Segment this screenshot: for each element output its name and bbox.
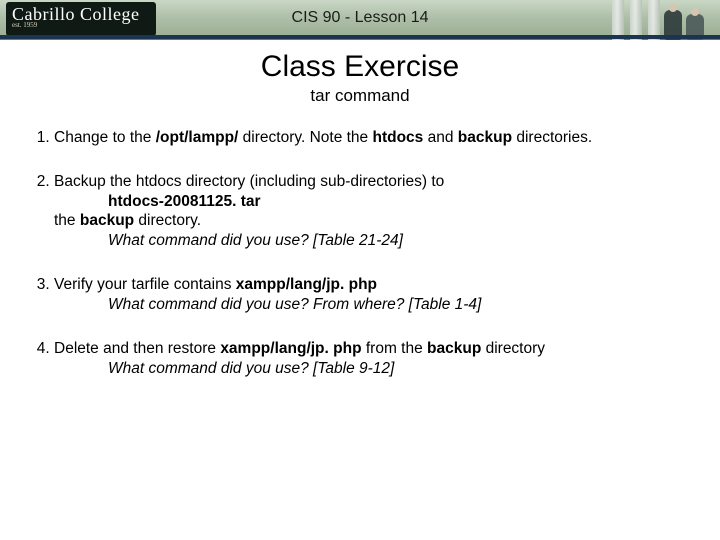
- step-2-hint: What command did you use? [Table 21-24]: [108, 231, 700, 251]
- header-stripe: [0, 35, 720, 39]
- step-1-text: Change to the /opt/lampp/ directory. Not…: [54, 129, 592, 146]
- header-photo: [610, 0, 720, 40]
- step-2-line2: the backup directory.: [54, 212, 201, 229]
- step-3-hint: What command did you use? From where? [T…: [108, 295, 700, 315]
- step-3: Verify your tarfile contains xampp/lang/…: [54, 275, 700, 315]
- slide-body: Class Exercise tar command Change to the…: [0, 40, 720, 378]
- slide-subtitle: tar command: [20, 86, 700, 106]
- slide-header: Cabrillo College est. 1959 CIS 90 - Less…: [0, 0, 720, 40]
- slide-title: Class Exercise: [20, 50, 700, 84]
- step-3-text: Verify your tarfile contains xampp/lang/…: [54, 276, 377, 293]
- exercise-steps: Change to the /opt/lampp/ directory. Not…: [28, 128, 700, 378]
- step-4-hint: What command did you use? [Table 9-12]: [108, 359, 700, 379]
- step-2-line1: Backup the htdocs directory (including s…: [54, 173, 444, 190]
- step-4: Delete and then restore xampp/lang/jp. p…: [54, 339, 700, 379]
- step-4-text: Delete and then restore xampp/lang/jp. p…: [54, 340, 545, 357]
- step-2-file: htdocs-20081125. tar: [108, 192, 700, 212]
- step-1: Change to the /opt/lampp/ directory. Not…: [54, 128, 700, 148]
- step-2: Backup the htdocs directory (including s…: [54, 172, 700, 251]
